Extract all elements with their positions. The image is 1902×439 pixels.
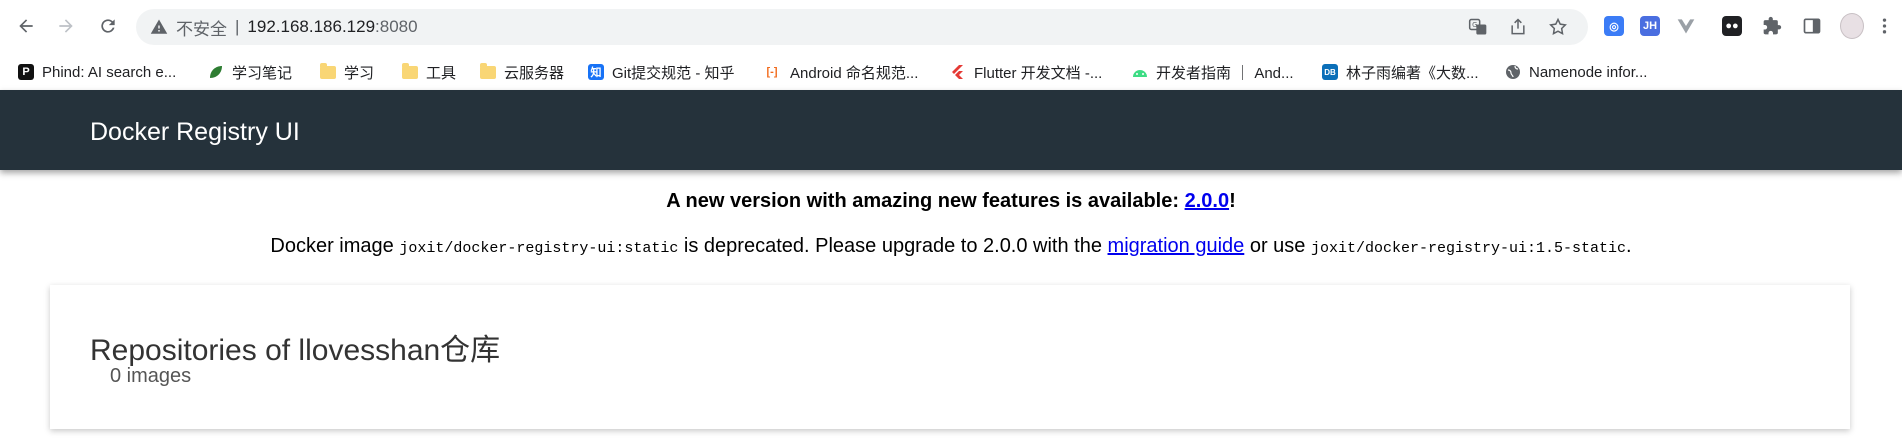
phind-icon: P [18, 64, 34, 80]
browser-toolbar: 不安全 | 192.168.186.129 :8080 G ◎ JH ●● [0, 0, 1902, 54]
new-version-notice: A new version with amazing new features … [0, 190, 1902, 213]
image-count: 0 images [110, 365, 192, 387]
bookmark-flutter[interactable]: Flutter 开发文档 -... [950, 60, 1102, 84]
bookmark-label: Android 命名规范... [790, 64, 919, 82]
folder-icon [320, 62, 336, 80]
bookmark-label: 学习 [344, 64, 375, 82]
address-bar[interactable]: 不安全 | 192.168.186.129 :8080 G [136, 9, 1588, 45]
bracket-icon: [-] [762, 64, 782, 80]
bookmark-label: Namenode infor... [1529, 63, 1648, 81]
app-title[interactable]: Docker Registry UI [90, 118, 300, 147]
repositories-card: Repositories of llovesshan仓库 0 images [50, 285, 1850, 429]
android-icon [1132, 64, 1148, 80]
bookmark-folder-study[interactable]: 学习 [320, 60, 374, 84]
dblab-icon: DB [1322, 64, 1338, 80]
url-host: 192.168.186.129 [247, 17, 376, 36]
flutter-icon [950, 64, 966, 80]
menu-icon[interactable] [1878, 14, 1890, 38]
url-port: :8080 [375, 17, 418, 36]
zhihu-icon: 知 [588, 64, 604, 80]
bookmark-dblab[interactable]: DB 林子雨编著《大数... [1322, 60, 1479, 84]
deprecation-text-c: or use [1244, 235, 1311, 257]
version-link[interactable]: 2.0.0 [1185, 190, 1229, 212]
folder-icon [480, 62, 496, 80]
bookmark-android-naming[interactable]: [-] Android 命名规范... [762, 60, 918, 84]
bookmark-study-notes[interactable]: 学习笔记 [208, 60, 292, 84]
share-icon[interactable] [1508, 17, 1528, 37]
bookmarks-bar: P Phind: AI search e... 学习笔记 学习 工具 云服务器 … [0, 54, 1902, 90]
notice-end: ! [1229, 190, 1236, 212]
bookmark-label: 学习笔记 [232, 64, 293, 82]
deprecation-notice: Docker image joxit/docker-registry-ui:st… [0, 235, 1902, 258]
image-code-15-static: joxit/docker-registry-ui:1.5-static [1310, 240, 1627, 257]
sidepanel-icon[interactable] [1800, 14, 1824, 38]
bookmark-label: Phind: AI search e... [42, 63, 177, 81]
svg-text:G: G [1472, 21, 1477, 29]
globe-icon [1505, 64, 1521, 80]
puzzle-icon[interactable] [1760, 14, 1784, 38]
notice-text: A new version with amazing new features … [666, 190, 1185, 212]
leaf-icon [208, 64, 224, 80]
bookmark-label: 林子雨编著《大数... [1346, 64, 1479, 82]
translate-icon[interactable]: G [1468, 17, 1488, 37]
star-icon[interactable] [1548, 17, 1568, 37]
extension-jh-icon[interactable]: JH [1638, 14, 1662, 38]
bookmark-namenode[interactable]: Namenode infor... [1505, 60, 1647, 84]
profile-avatar[interactable] [1840, 13, 1864, 39]
deprecation-text-b: is deprecated. Please upgrade to 2.0.0 w… [678, 235, 1108, 257]
extension-dark-icon[interactable]: ●● [1720, 14, 1744, 38]
bookmark-phind[interactable]: P Phind: AI search e... [18, 60, 176, 84]
bookmark-label: 云服务器 [504, 64, 565, 82]
app-header: Docker Registry UI [0, 90, 1902, 170]
bookmark-label: Git提交规范 - 知乎 [612, 64, 735, 82]
bookmark-folder-tools[interactable]: 工具 [402, 60, 456, 84]
migration-guide-link[interactable]: migration guide [1108, 235, 1245, 257]
bookmark-label: 工具 [426, 64, 457, 82]
bookmark-folder-cloud[interactable]: 云服务器 [480, 60, 564, 84]
back-icon[interactable] [10, 10, 42, 42]
reload-icon[interactable] [92, 10, 124, 42]
deprecation-text-a: Docker image [270, 235, 400, 257]
url-separator: | [235, 17, 240, 36]
extension-qr-icon[interactable]: ◎ [1602, 14, 1626, 38]
bookmark-label: 开发者指南 ｜ And... [1156, 64, 1294, 82]
image-code-static: joxit/docker-registry-ui:static [399, 240, 679, 257]
repositories-title: Repositories of llovesshan仓库 [90, 334, 501, 367]
bookmark-android-dev[interactable]: 开发者指南 ｜ And... [1132, 60, 1294, 84]
extension-vue-icon[interactable] [1674, 14, 1698, 38]
bookmark-git-zhihu[interactable]: 知 Git提交规范 - 知乎 [588, 60, 735, 84]
folder-icon [402, 62, 418, 80]
warning-icon[interactable] [150, 18, 168, 36]
deprecation-end: . [1626, 235, 1632, 257]
bookmark-label: Flutter 开发文档 -... [974, 64, 1103, 82]
insecure-label[interactable]: 不安全 [176, 15, 227, 40]
forward-icon[interactable] [50, 10, 82, 42]
